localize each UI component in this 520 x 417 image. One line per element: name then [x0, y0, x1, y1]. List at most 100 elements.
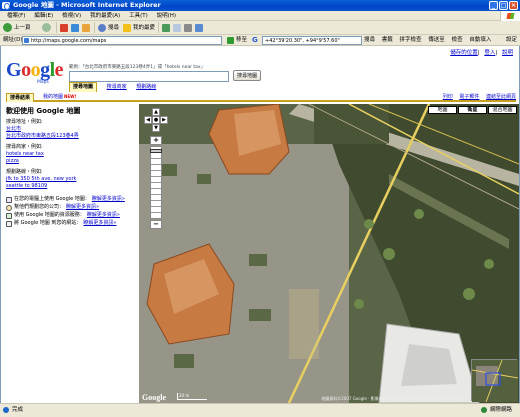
back-label: 上一頁: [14, 25, 31, 31]
pan-down-button[interactable]: ▼: [152, 124, 160, 132]
map-type-map[interactable]: 地圖: [428, 106, 457, 114]
tab-search-maps[interactable]: 搜尋地圖: [69, 82, 98, 92]
scale-bar: 20 m: [177, 393, 207, 400]
address-example-link-1[interactable]: 台北市: [6, 126, 136, 133]
saved-locations-link[interactable]: 儲存的位置: [450, 50, 478, 56]
feature-row: 在您的電腦上使用 Google 地圖： 瞭解更多資訊»: [6, 196, 136, 203]
address-example-label: 搜尋地址・例如:: [6, 119, 43, 125]
pan-right-button[interactable]: ▶: [160, 116, 168, 124]
help-link[interactable]: 說明: [502, 50, 513, 56]
forward-arrow-icon: [42, 23, 51, 32]
refresh-button[interactable]: [71, 23, 81, 33]
favorites-button[interactable]: 我的最愛: [123, 23, 155, 33]
menu-edit[interactable]: 編輯(E): [34, 13, 53, 19]
window-title-bar: Google 地圖 - Microsoft Internet Explorer …: [0, 0, 520, 11]
satellite-map[interactable]: ▲ ◀ ● ▶ ▼ + − 地圖 衛星 混合地圖 Google 20 m 地圖資…: [139, 104, 519, 403]
google-map-logo[interactable]: Google: [142, 393, 166, 402]
learn-more-link[interactable]: 瞭解更多資訊»: [83, 220, 116, 227]
home-button[interactable]: [82, 23, 92, 33]
feature-row: 使用 Google 地圖的資源服務： 瞭解更多資訊»: [6, 212, 136, 219]
business-example-link-1[interactable]: hotels near tax: [6, 151, 136, 158]
print-link[interactable]: 列印: [443, 94, 453, 100]
toolbar: 上一頁 搜尋 我的最愛: [0, 21, 520, 35]
tab-my-maps[interactable]: 我的地圖NEW!: [40, 93, 79, 102]
pan-up-button[interactable]: ▲: [152, 108, 160, 116]
menu-tools[interactable]: 工具(T): [129, 13, 148, 19]
edit-icon: [195, 23, 203, 32]
logo-maps-label: Maps: [37, 80, 49, 85]
welcome-title: 歡迎使用 Google 地圖: [6, 107, 81, 115]
computer-icon: [6, 196, 12, 203]
search-example-text: 範例：「台北市政府市東路五段123巷4弄1」或「hotels near tax」: [69, 65, 206, 70]
overview-map[interactable]: [471, 359, 519, 403]
business-example-label: 搜尋商家・例如:: [6, 144, 43, 150]
url-input[interactable]: http://maps.google.com/maps: [22, 36, 222, 45]
edit-button[interactable]: [195, 23, 205, 33]
website-icon: [6, 220, 12, 227]
back-arrow-icon: [3, 23, 12, 32]
zoom-slider[interactable]: [150, 146, 162, 219]
page-content: 儲存的位置| 登入| 說明 Google Maps 範例：「台北市政府市東路五段…: [0, 46, 520, 403]
ie-icon: [2, 2, 10, 10]
minimize-button[interactable]: _: [489, 1, 498, 10]
print-button[interactable]: [184, 23, 194, 33]
zoom-control: + −: [150, 136, 162, 229]
windows-logo-icon: [500, 11, 520, 21]
gbar-spellcheck[interactable]: 拼字檢查: [400, 37, 422, 43]
go-button[interactable]: 移至: [227, 36, 247, 45]
search-maps-button[interactable]: 搜尋地圖: [233, 70, 261, 81]
search-button[interactable]: 搜尋: [98, 23, 119, 33]
map-type-satellite[interactable]: 衛星: [458, 106, 487, 114]
menu-view[interactable]: 檢視(V): [62, 13, 81, 19]
learn-more-link[interactable]: 瞭解更多資訊»: [92, 196, 125, 203]
email-link[interactable]: 電子郵件: [459, 94, 479, 100]
stop-icon: [60, 23, 68, 32]
forward-button[interactable]: [42, 23, 53, 33]
feature-text: 將 Google 地圖 到您的網站：: [14, 220, 82, 226]
history-icon: [162, 23, 170, 32]
overview-imagery: [471, 359, 519, 403]
google-toolbar-search-input[interactable]: +42°39'20.30", +94°9'57.60": [262, 36, 362, 45]
zoom-in-button[interactable]: +: [150, 136, 162, 145]
mail-button[interactable]: [173, 23, 183, 33]
business-example-link-2[interactable]: pizza: [6, 158, 136, 165]
zoom-slider-thumb[interactable]: [150, 149, 162, 153]
learn-more-link[interactable]: 瞭解更多資訊»: [66, 204, 99, 211]
pan-center-button[interactable]: ●: [152, 116, 160, 124]
zoom-out-button[interactable]: −: [150, 220, 162, 229]
gbar-check[interactable]: 檢查: [452, 37, 463, 43]
address-example-link-2[interactable]: 台北市政府市東路五段123巷4弄: [6, 133, 136, 140]
gbar-bookmarks[interactable]: 書籤: [382, 37, 393, 43]
login-link[interactable]: 登入: [484, 50, 495, 56]
stop-button[interactable]: [60, 23, 70, 33]
history-button[interactable]: [162, 23, 172, 33]
menu-help[interactable]: 說明(H): [157, 13, 176, 19]
feature-row: 將 Google 地圖 到您的網站： 瞭解更多資訊»: [6, 220, 136, 227]
tab-directions[interactable]: 規劃路線: [136, 83, 156, 92]
sidebar: 歡迎使用 Google 地圖 搜尋地址・例如: 台北市 台北市政府市東路五段12…: [6, 108, 136, 228]
pan-left-button[interactable]: ◀: [144, 116, 152, 124]
menu-file[interactable]: 檔案(F): [7, 13, 25, 19]
tab-search-results[interactable]: 搜尋結果: [6, 93, 35, 102]
google-maps-logo[interactable]: Google: [6, 60, 64, 80]
tab-search-business[interactable]: 搜尋商家: [107, 83, 127, 92]
my-maps-label: 我的地圖: [43, 94, 64, 100]
learn-more-link[interactable]: 瞭解更多資訊»: [87, 212, 120, 219]
gbar-settings[interactable]: 設定: [506, 35, 517, 46]
close-button[interactable]: ×: [509, 1, 518, 10]
gbar-send[interactable]: 傳送至: [428, 37, 445, 43]
refresh-icon: [71, 23, 79, 32]
status-text: 完成: [2, 404, 23, 417]
link-to-page[interactable]: 連結至此網頁: [486, 94, 516, 100]
gbar-search[interactable]: 搜尋: [364, 37, 375, 43]
map-search-input[interactable]: [69, 71, 229, 82]
gbar-autofill[interactable]: 自動填入: [469, 37, 491, 43]
address-bar: 網址(D) http://maps.google.com/maps 移至 G +…: [0, 35, 520, 46]
route-example-link-1[interactable]: jfk to 350 5th ave, new york: [6, 176, 136, 183]
google-toolbar-icon: G: [252, 36, 258, 44]
route-example-link-2[interactable]: seattle to 98109: [6, 183, 136, 190]
menu-favorites[interactable]: 我的最愛(A): [90, 13, 120, 19]
maximize-button[interactable]: □: [499, 1, 508, 10]
back-button[interactable]: 上一頁: [3, 23, 31, 33]
map-type-hybrid[interactable]: 混合地圖: [488, 106, 517, 114]
